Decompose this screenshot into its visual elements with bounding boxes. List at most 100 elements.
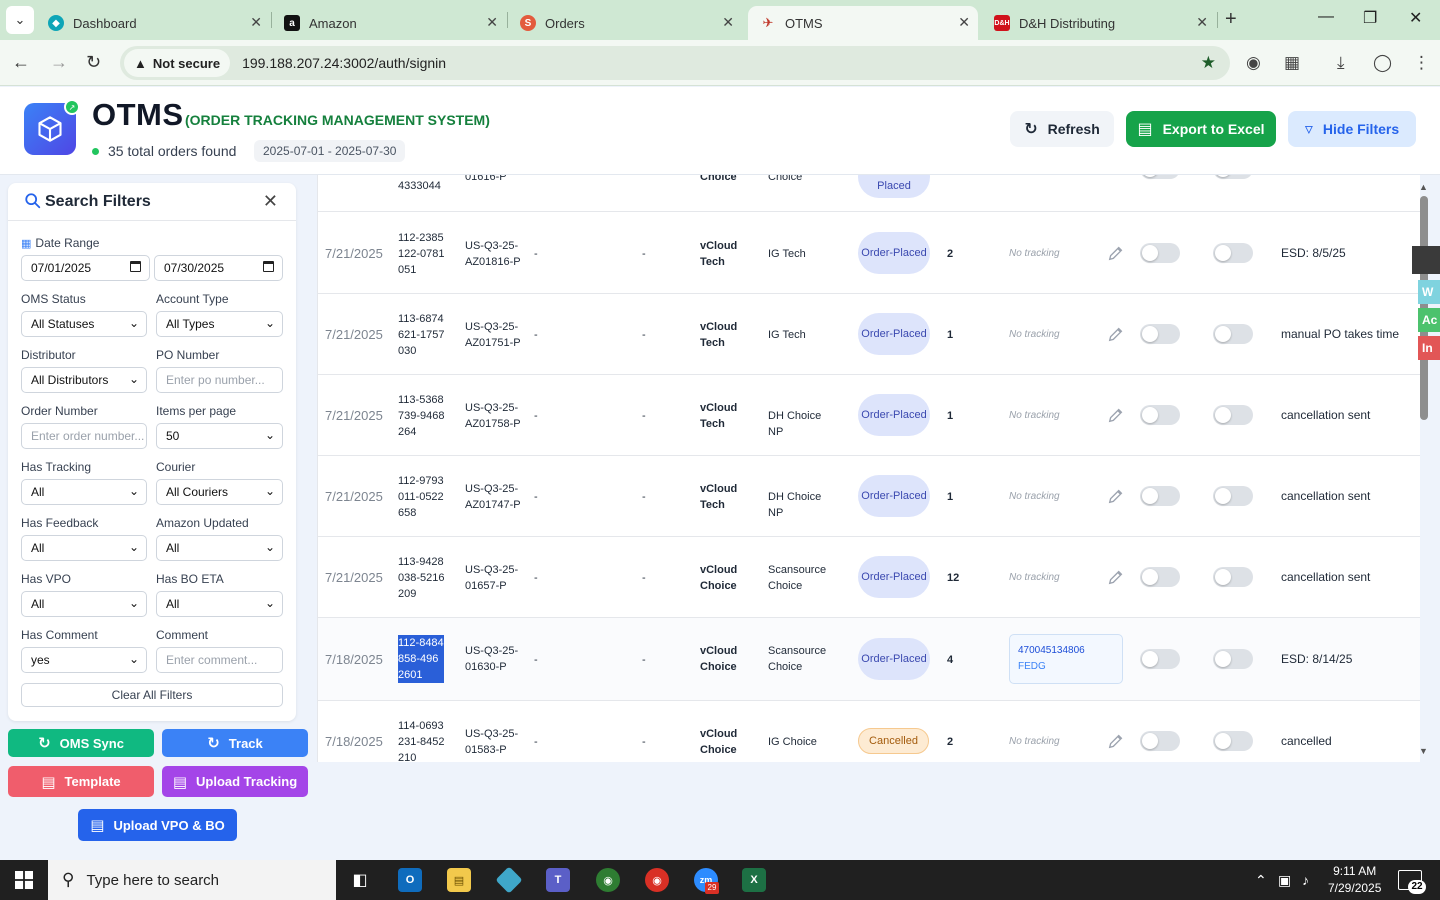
minimize-window-icon[interactable]: — <box>1318 8 1334 26</box>
calendar-picker-icon[interactable] <box>263 261 274 272</box>
close-icon[interactable]: ✕ <box>263 191 278 212</box>
oms-status-select[interactable]: All Statuses ⌄ <box>21 311 147 337</box>
has-comment-select[interactable]: yes ⌄ <box>21 647 147 673</box>
date-to-input[interactable]: 07/30/2025 <box>154 255 283 281</box>
amazon-updated-select[interactable]: All ⌄ <box>156 535 283 561</box>
extensions-puzzle-icon[interactable]: ▦ <box>1284 53 1300 73</box>
template-button[interactable]: ▤ Template <box>8 766 154 797</box>
tracking-info[interactable]: 470045134806 FEDG <box>1009 634 1123 684</box>
feedback-toggle[interactable] <box>1213 175 1253 179</box>
amazon-updated-toggle[interactable] <box>1140 324 1180 344</box>
export-excel-button[interactable]: ▤ Export to Excel <box>1126 111 1276 147</box>
track-button[interactable]: ↻ Track <box>162 729 308 757</box>
pencil-edit-icon[interactable] <box>1107 244 1125 262</box>
tracking-number[interactable]: 470045134806 <box>1018 643 1122 659</box>
close-tab-icon[interactable]: ✕ <box>1196 14 1208 31</box>
feedback-toggle[interactable] <box>1213 486 1253 506</box>
table-row[interactable]: 7/21/2025 113-6874621-1757030 US-Q3-25-A… <box>318 294 1420 375</box>
feedback-toggle[interactable] <box>1213 731 1253 751</box>
bookmark-star-icon[interactable]: ★ <box>1201 53 1216 73</box>
new-tab-plus-icon[interactable]: + <box>1225 8 1237 31</box>
feedback-toggle[interactable] <box>1213 405 1253 425</box>
table-row[interactable]: 7/21/2025 113-9428038-5216209 US-Q3-25-0… <box>318 537 1420 618</box>
feedback-toggle[interactable] <box>1213 324 1253 344</box>
distributor-select[interactable]: All Distributors ⌄ <box>21 367 147 393</box>
oms-sync-button[interactable]: ↻ OMS Sync <box>8 729 154 757</box>
side-widget-ac[interactable]: Ac <box>1418 308 1440 332</box>
tab-search-chevron-icon[interactable]: ⌄ <box>6 6 34 34</box>
table-row[interactable]: 7/18/2025 114-0693231-8452210 US-Q3-25-0… <box>318 701 1420 762</box>
tab-orders[interactable]: S Orders ✕ <box>508 6 742 40</box>
order-number-cell[interactable]: 4333044 <box>398 178 448 194</box>
table-row[interactable]: 7/21/2025 112-2385122-0781051 US-Q3-25-A… <box>318 213 1420 294</box>
hide-filters-button[interactable]: ▿ Hide Filters <box>1288 111 1416 147</box>
reload-icon[interactable]: ↻ <box>86 52 101 73</box>
close-tab-icon[interactable]: ✕ <box>250 14 262 31</box>
back-arrow-icon[interactable]: ← <box>12 52 30 73</box>
courier-select[interactable]: All Couriers ⌄ <box>156 479 283 505</box>
volume-icon[interactable]: ♪ <box>1302 872 1309 888</box>
upload-tracking-button[interactable]: ▤ Upload Tracking <box>162 766 308 797</box>
omnibox[interactable]: ▲ Not secure 199.188.207.24:3002/auth/si… <box>120 46 1230 80</box>
feedback-toggle[interactable] <box>1213 243 1253 263</box>
restore-window-icon[interactable]: ❐ <box>1363 8 1377 28</box>
file-explorer-icon[interactable]: ▤ <box>447 868 471 892</box>
order-number-cell[interactable]: 112-8484858-4962601 <box>398 635 444 683</box>
side-widget-dark[interactable] <box>1412 246 1440 274</box>
comment-input[interactable]: Enter comment... <box>156 647 283 673</box>
has-tracking-select[interactable]: All ⌄ <box>21 479 147 505</box>
order-number-cell[interactable]: 112-2385122-0781051 <box>398 230 448 278</box>
more-menu-icon[interactable]: ⋮ <box>1413 53 1430 73</box>
download-icon[interactable]: ⤓ <box>1337 53 1345 73</box>
order-number-cell[interactable]: 114-0693231-8452210 <box>398 718 448 762</box>
pencil-edit-icon[interactable] <box>1107 325 1125 343</box>
security-badge[interactable]: ▲ Not secure <box>124 49 231 77</box>
amazon-updated-toggle[interactable] <box>1140 243 1180 263</box>
chrome-profile-icon[interactable]: ◉ <box>645 868 669 892</box>
table-row[interactable]: 4333044 01616-P Choice Choice Placed <box>318 175 1420 212</box>
taskbar-clock[interactable]: 9:11 AM 7/29/2025 <box>1328 863 1381 897</box>
taskbar-search-box[interactable]: ⚲ Type here to search <box>48 860 336 900</box>
teams-icon[interactable]: T <box>546 868 570 892</box>
table-row[interactable]: 7/18/2025 112-8484858-4962601 US-Q3-25-0… <box>318 618 1420 701</box>
table-row[interactable]: 7/21/2025 113-5368739-9468264 US-Q3-25-A… <box>318 375 1420 456</box>
close-tab-icon[interactable]: ✕ <box>958 14 970 31</box>
order-number-cell[interactable]: 113-9428038-5216209 <box>398 554 448 602</box>
task-view-icon[interactable]: ◧ <box>348 868 372 892</box>
pencil-edit-icon[interactable] <box>1107 568 1125 586</box>
tab-dashboard[interactable]: ◆ Dashboard ✕ <box>36 6 270 40</box>
url-text[interactable]: 199.188.207.24:3002/auth/signin <box>242 55 446 71</box>
account-type-select[interactable]: All Types ⌄ <box>156 311 283 337</box>
amazon-updated-toggle[interactable] <box>1140 486 1180 506</box>
pencil-edit-icon[interactable] <box>1107 732 1125 750</box>
outlook-icon[interactable]: O <box>398 868 422 892</box>
windows-start-icon[interactable] <box>15 871 33 889</box>
excel-icon[interactable]: X <box>742 868 766 892</box>
close-tab-icon[interactable]: ✕ <box>486 14 498 31</box>
upload-vpo-bo-button[interactable]: ▤ Upload VPO & BO <box>78 809 237 841</box>
amazon-updated-toggle[interactable] <box>1140 405 1180 425</box>
scroll-up-arrow-icon[interactable]: ▲ <box>1419 182 1428 192</box>
order-number-input[interactable]: Enter order number... <box>21 423 147 449</box>
date-from-input[interactable]: 07/01/2025 <box>21 255 150 281</box>
translate-globe-icon[interactable]: ◉ <box>1246 53 1261 73</box>
pencil-edit-icon[interactable] <box>1107 487 1125 505</box>
pencil-edit-icon[interactable] <box>1107 406 1125 424</box>
has-feedback-select[interactable]: All ⌄ <box>21 535 147 561</box>
po-number-input[interactable]: Enter po number... <box>156 367 283 393</box>
calendar-picker-icon[interactable] <box>130 261 141 272</box>
side-widget-w[interactable]: W <box>1418 280 1440 304</box>
amazon-updated-toggle[interactable] <box>1140 731 1180 751</box>
profile-icon[interactable]: ◯ <box>1373 53 1392 73</box>
order-number-cell[interactable]: 112-9793011-0522658 <box>398 473 448 521</box>
clear-all-filters-button[interactable]: Clear All Filters <box>21 683 283 707</box>
network-icon[interactable]: ▣ <box>1278 872 1291 889</box>
amazon-updated-toggle[interactable] <box>1140 175 1180 179</box>
tab-otms[interactable]: ✈ OTMS ✕ <box>748 6 978 40</box>
side-widget-in[interactable]: In <box>1418 336 1440 360</box>
scroll-down-arrow-icon[interactable]: ▼ <box>1419 746 1428 756</box>
close-window-icon[interactable]: ✕ <box>1409 8 1422 28</box>
forward-arrow-icon[interactable]: → <box>50 52 68 73</box>
chrome-icon[interactable]: ◉ <box>596 868 620 892</box>
feedback-toggle[interactable] <box>1213 567 1253 587</box>
